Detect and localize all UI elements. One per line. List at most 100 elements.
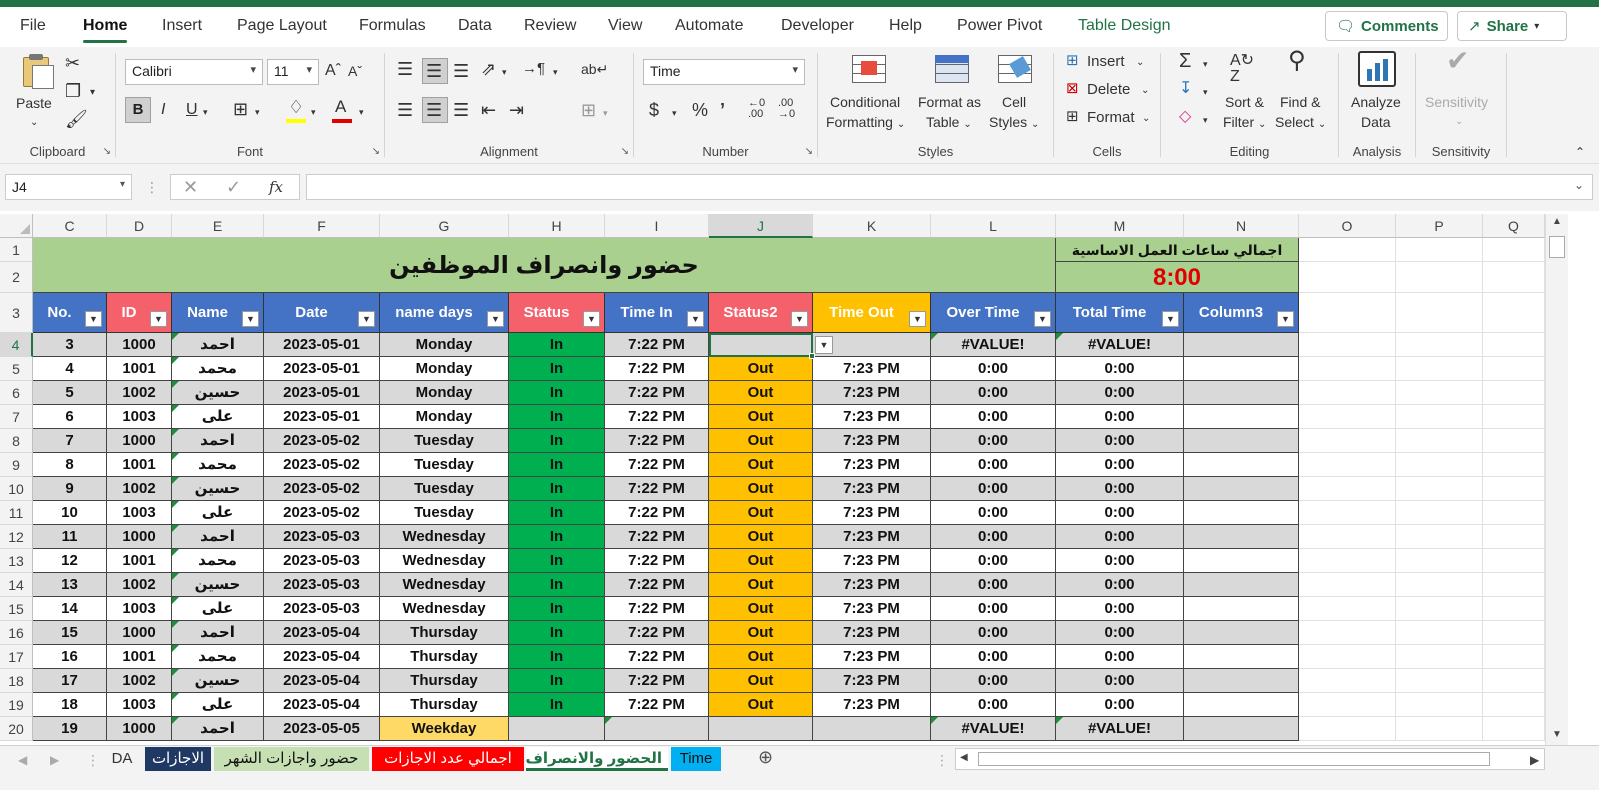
table-cell-column3[interactable]: [1184, 621, 1299, 645]
table-cell-total-time[interactable]: 0:00: [1056, 405, 1184, 429]
table-cell-time-in[interactable]: 7:22 PM: [605, 645, 709, 669]
row-header-1[interactable]: 1: [0, 238, 33, 262]
conditional-formatting-label-2[interactable]: Formatting ⌄: [826, 112, 905, 135]
sheet-tab-da[interactable]: DA: [102, 747, 142, 771]
table-cell-date[interactable]: 2023-05-04: [264, 669, 380, 693]
table-cell-time-out[interactable]: 7:23 PM: [813, 477, 931, 501]
align-right-icon[interactable]: ☰: [453, 100, 469, 120]
row-header-9[interactable]: 9: [0, 453, 33, 477]
format-button[interactable]: Format: [1087, 108, 1135, 128]
autosum-icon[interactable]: Σ: [1179, 51, 1191, 71]
table-cell-name[interactable]: احمد: [172, 717, 264, 741]
table-cell-column3[interactable]: [1184, 525, 1299, 549]
table-cell-status2[interactable]: Out: [709, 597, 813, 621]
empty-cell[interactable]: [1483, 333, 1545, 357]
chevron-down-icon[interactable]: ▾: [672, 103, 677, 123]
filter-dropdown-icon[interactable]: ▼: [791, 311, 808, 327]
header-time-out[interactable]: Time Out ▼: [813, 293, 931, 333]
column-header-m[interactable]: M: [1056, 214, 1184, 238]
cell-styles-label-2[interactable]: Styles ⌄: [989, 112, 1039, 135]
empty-cell[interactable]: [1299, 597, 1396, 621]
vertical-scrollbar[interactable]: ▲ ▼: [1545, 214, 1568, 745]
table-cell-status[interactable]: In: [509, 645, 605, 669]
table-cell-name[interactable]: حسين: [172, 381, 264, 405]
empty-cell[interactable]: [1299, 549, 1396, 573]
sort-filter-label-1[interactable]: Sort &: [1225, 92, 1264, 112]
table-cell-no[interactable]: 13: [33, 573, 107, 597]
table-cell-column3[interactable]: [1184, 477, 1299, 501]
table-cell-time-out[interactable]: 7:23 PM: [813, 669, 931, 693]
table-cell-time-in[interactable]: 7:22 PM: [605, 405, 709, 429]
empty-cell[interactable]: [1396, 717, 1483, 741]
table-cell-over-time[interactable]: 0:00: [931, 429, 1056, 453]
table-cell-id[interactable]: 1002: [107, 477, 172, 501]
table-cell-total-time[interactable]: #VALUE!: [1056, 717, 1184, 741]
table-cell-no[interactable]: 7: [33, 429, 107, 453]
table-cell-id[interactable]: 1000: [107, 525, 172, 549]
table-cell-total-time[interactable]: 0:00: [1056, 453, 1184, 477]
filter-dropdown-icon[interactable]: ▼: [242, 311, 259, 327]
column-header-j[interactable]: J: [709, 214, 813, 238]
table-cell-time-out[interactable]: 7:23 PM: [813, 693, 931, 717]
row-header-12[interactable]: 12: [0, 525, 33, 549]
table-cell-over-time[interactable]: 0:00: [931, 573, 1056, 597]
scroll-right-icon[interactable]: ▶: [1530, 750, 1539, 770]
table-cell-id[interactable]: 1003: [107, 501, 172, 525]
table-cell-name-days[interactable]: Monday: [380, 357, 509, 381]
column-header-c[interactable]: C: [33, 214, 107, 238]
currency-icon[interactable]: $: [649, 100, 659, 120]
empty-cell[interactable]: [1396, 501, 1483, 525]
decrease-font-size-icon[interactable]: Aˇ: [348, 61, 362, 81]
table-cell-column3[interactable]: [1184, 549, 1299, 573]
table-cell-status[interactable]: In: [509, 429, 605, 453]
table-cell-status[interactable]: In: [509, 381, 605, 405]
empty-cell[interactable]: [1299, 453, 1396, 477]
table-cell-date[interactable]: 2023-05-03: [264, 549, 380, 573]
table-cell-date[interactable]: 2023-05-01: [264, 357, 380, 381]
table-cell-name-days[interactable]: Thursday: [380, 669, 509, 693]
filter-dropdown-icon[interactable]: ▼: [1277, 311, 1294, 327]
empty-cell[interactable]: [1396, 357, 1483, 381]
empty-cell[interactable]: [1299, 293, 1396, 333]
empty-cell[interactable]: [1299, 262, 1396, 293]
paste-icon[interactable]: [20, 53, 56, 91]
filter-dropdown-icon[interactable]: ▼: [85, 311, 102, 327]
header-name[interactable]: Name ▼: [172, 293, 264, 333]
table-cell-status[interactable]: In: [509, 501, 605, 525]
table-cell-over-time[interactable]: 0:00: [931, 669, 1056, 693]
cell-styles-icon[interactable]: [998, 55, 1032, 85]
table-cell-column3[interactable]: [1184, 429, 1299, 453]
dialog-launcher-icon[interactable]: ↘: [103, 146, 111, 157]
table-cell-no[interactable]: 12: [33, 549, 107, 573]
empty-cell[interactable]: [1396, 429, 1483, 453]
empty-cell[interactable]: [1299, 381, 1396, 405]
underline-button[interactable]: U: [186, 100, 198, 120]
empty-cell[interactable]: [1483, 453, 1545, 477]
table-cell-status[interactable]: In: [509, 477, 605, 501]
table-cell-column3[interactable]: [1184, 645, 1299, 669]
empty-cell[interactable]: [1483, 429, 1545, 453]
table-cell-status[interactable]: In: [509, 621, 605, 645]
table-cell-name[interactable]: محمد: [172, 453, 264, 477]
empty-cell[interactable]: [1483, 717, 1545, 741]
chevron-down-icon[interactable]: ⌄: [1136, 53, 1144, 73]
tab-review[interactable]: Review: [524, 17, 576, 35]
table-cell-name-days[interactable]: Thursday: [380, 621, 509, 645]
split-handle-icon[interactable]: ⋮: [935, 750, 949, 770]
table-cell-date[interactable]: 2023-05-03: [264, 597, 380, 621]
table-cell-total-time[interactable]: 0:00: [1056, 597, 1184, 621]
previous-sheet-icon[interactable]: ◀: [18, 750, 27, 770]
row-header-20[interactable]: 20: [0, 717, 33, 741]
table-cell-status2[interactable]: Out: [709, 525, 813, 549]
row-header-18[interactable]: 18: [0, 669, 33, 693]
table-cell-time-out[interactable]: 7:23 PM: [813, 549, 931, 573]
empty-cell[interactable]: [1299, 405, 1396, 429]
find-select-label-1[interactable]: Find &: [1280, 92, 1320, 112]
table-cell-column3[interactable]: [1184, 453, 1299, 477]
table-cell-id[interactable]: 1002: [107, 573, 172, 597]
base-hours-label[interactable]: اجمالي ساعات العمل الاساسية: [1056, 238, 1299, 262]
table-cell-no[interactable]: 19: [33, 717, 107, 741]
table-cell-date[interactable]: 2023-05-02: [264, 453, 380, 477]
table-cell-name-days[interactable]: Tuesday: [380, 501, 509, 525]
sensitivity-button[interactable]: Sensitivity: [1425, 92, 1488, 112]
